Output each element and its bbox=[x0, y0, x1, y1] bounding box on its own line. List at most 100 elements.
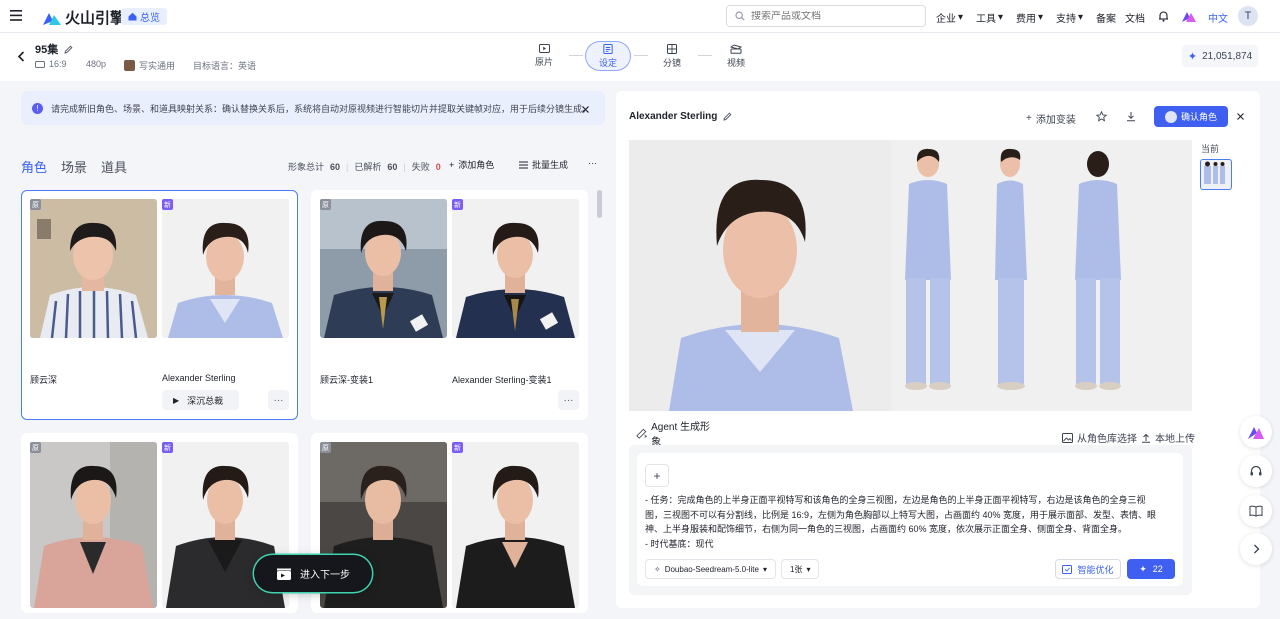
bell-icon[interactable] bbox=[1158, 10, 1169, 22]
step-video[interactable]: 视频 bbox=[713, 41, 759, 71]
add-role-label: 添加角色 bbox=[458, 160, 495, 170]
prompt-text[interactable]: - 任务：完成角色的上半身正面平视特写和该角色的全身三视图，左边是角色的上半身正… bbox=[645, 493, 1170, 551]
stats-failed-label: 失败 bbox=[411, 162, 430, 172]
step-storyboard[interactable]: 分镜 bbox=[649, 41, 695, 71]
generate-cost: 22 bbox=[1152, 564, 1163, 574]
batch-generate-button[interactable]: 批量生成 bbox=[519, 158, 568, 171]
assistant-fab[interactable] bbox=[1240, 416, 1272, 448]
voice-button[interactable]: ▶ 深沉总裁 bbox=[162, 390, 239, 410]
project-bar bbox=[0, 33, 1280, 81]
new-character-image[interactable] bbox=[452, 442, 579, 608]
expand-fab[interactable] bbox=[1240, 533, 1272, 565]
count-select[interactable]: 1张 ▾ bbox=[781, 559, 820, 579]
original-character-name: 顾云深 bbox=[30, 375, 58, 385]
generate-button[interactable]: ✦ 22 bbox=[1127, 559, 1175, 579]
back-icon[interactable] bbox=[17, 51, 25, 62]
meta-target-language: 目标语言：英语 bbox=[193, 59, 256, 72]
style-avatar-icon bbox=[124, 60, 135, 71]
close-icon[interactable] bbox=[582, 106, 589, 113]
video-icon bbox=[730, 43, 742, 54]
book-icon bbox=[1249, 505, 1263, 517]
nav-tools[interactable]: 工具 ▾ bbox=[976, 10, 1003, 25]
search-box[interactable] bbox=[726, 5, 926, 27]
avatar[interactable]: T bbox=[1238, 6, 1258, 26]
film-icon bbox=[538, 44, 550, 53]
original-character-name: 顾云深-变装1 bbox=[320, 375, 374, 385]
model-select[interactable]: ✧ Doubao-Seedream-5.0-lite ▾ bbox=[645, 559, 776, 579]
original-character-image[interactable] bbox=[30, 442, 157, 608]
menu-icon[interactable] bbox=[10, 10, 22, 21]
add-outfit-button[interactable]: + 添加变装 bbox=[1026, 111, 1076, 126]
close-panel-icon[interactable] bbox=[1237, 113, 1244, 120]
new-character-image[interactable] bbox=[452, 199, 579, 338]
card-more-button[interactable]: ··· bbox=[558, 390, 579, 410]
nav-docs[interactable]: 文档 bbox=[1125, 10, 1145, 25]
original-tag: 原 bbox=[320, 442, 331, 453]
top-bar bbox=[0, 0, 1280, 33]
agent-generate-tab[interactable]: Agent 生成形象 bbox=[629, 421, 715, 448]
language-switch[interactable]: 中文 bbox=[1208, 10, 1228, 25]
stats-parsed-value: 60 bbox=[387, 161, 398, 172]
docs-fab[interactable] bbox=[1240, 495, 1272, 527]
step-connector bbox=[569, 55, 583, 56]
nav-enterprise[interactable]: 企业 ▾ bbox=[936, 10, 963, 25]
avatar-initial: T bbox=[1244, 10, 1252, 22]
nav-filing[interactable]: 备案 bbox=[1096, 10, 1116, 25]
prompt-line: - 时代基底：现代 bbox=[645, 538, 714, 549]
next-step-button[interactable]: 进入下一步 bbox=[254, 555, 372, 592]
add-reference-button[interactable]: + bbox=[645, 464, 669, 487]
list-scrollbar[interactable] bbox=[597, 190, 602, 218]
step-original[interactable]: 原片 bbox=[521, 41, 567, 71]
step-settings[interactable]: 设定 bbox=[585, 41, 631, 71]
home-badge[interactable]: 总览 bbox=[121, 8, 167, 25]
smart-optimize-button[interactable]: 智能优化 bbox=[1055, 559, 1121, 579]
tab-scenes[interactable]: 场景 bbox=[61, 157, 87, 176]
original-character-image[interactable] bbox=[320, 199, 447, 338]
download-icon[interactable] bbox=[1126, 111, 1136, 122]
magic-icon bbox=[636, 428, 648, 439]
local-upload-button[interactable]: 本地上传 bbox=[1141, 430, 1195, 445]
prompt-line: 图，三视图不可以有分割线，比例是 16:9，左侧为角色胸部以上特写大图，占画面约… bbox=[645, 509, 1157, 520]
tag-text: 原 bbox=[32, 201, 39, 209]
current-version-thumbnail[interactable] bbox=[1200, 159, 1232, 190]
card-more-button[interactable]: ··· bbox=[268, 390, 289, 410]
nav-billing[interactable]: 费用 ▾ bbox=[1016, 10, 1043, 25]
confirm-character-button[interactable]: 确认角色 bbox=[1154, 106, 1228, 127]
step-connector bbox=[698, 55, 712, 56]
target-language-text: 目标语言：英语 bbox=[193, 61, 257, 71]
chevron-right-icon bbox=[1253, 544, 1259, 554]
character-avatar-icon bbox=[1164, 110, 1177, 123]
tab-characters[interactable]: 角色 bbox=[21, 157, 47, 176]
search-input[interactable] bbox=[751, 10, 901, 22]
star-icon[interactable] bbox=[1096, 111, 1107, 122]
app-mark-icon[interactable] bbox=[1182, 10, 1196, 22]
support-fab[interactable] bbox=[1240, 455, 1272, 487]
new-character-image[interactable] bbox=[162, 199, 289, 338]
aspect-ratio-icon bbox=[35, 60, 45, 68]
divider: | bbox=[346, 161, 349, 172]
nav-label: 工具 bbox=[976, 14, 996, 25]
add-role-button[interactable]: + 添加角色 bbox=[449, 158, 494, 171]
resolution-text: 480p bbox=[86, 59, 107, 69]
character-turnaround-image[interactable] bbox=[629, 140, 1192, 411]
tag-text: 原 bbox=[322, 201, 329, 209]
optimize-label: 智能优化 bbox=[1077, 564, 1114, 575]
edit-icon[interactable] bbox=[64, 45, 73, 54]
original-character-image[interactable] bbox=[30, 199, 157, 338]
more-options-button[interactable]: ··· bbox=[588, 158, 597, 168]
nav-support[interactable]: 支持 ▾ bbox=[1056, 10, 1083, 25]
project-title-text: 95集 bbox=[35, 44, 59, 56]
assistant-logo-icon bbox=[1248, 427, 1264, 439]
headset-icon bbox=[1250, 465, 1262, 476]
nav-label: 支持 bbox=[1056, 14, 1076, 25]
current-label: 当前 bbox=[1201, 144, 1220, 154]
language-label: 中文 bbox=[1208, 14, 1228, 25]
points-balance[interactable]: ✦ 21,051,874 bbox=[1182, 45, 1258, 67]
batch-generate-label: 批量生成 bbox=[532, 160, 569, 170]
tab-props[interactable]: 道具 bbox=[101, 157, 127, 176]
brand-logo[interactable]: 火山引擎 bbox=[43, 7, 125, 28]
from-library-button[interactable]: 从角色库选择 bbox=[1062, 430, 1137, 445]
chevron-down-icon: ▾ bbox=[806, 564, 811, 574]
notice-banner: ! 请完成新旧角色、场景、和道具映射关系：确认替换关系后，系统将自动对原视频进行… bbox=[21, 91, 605, 125]
edit-icon[interactable] bbox=[723, 112, 732, 121]
